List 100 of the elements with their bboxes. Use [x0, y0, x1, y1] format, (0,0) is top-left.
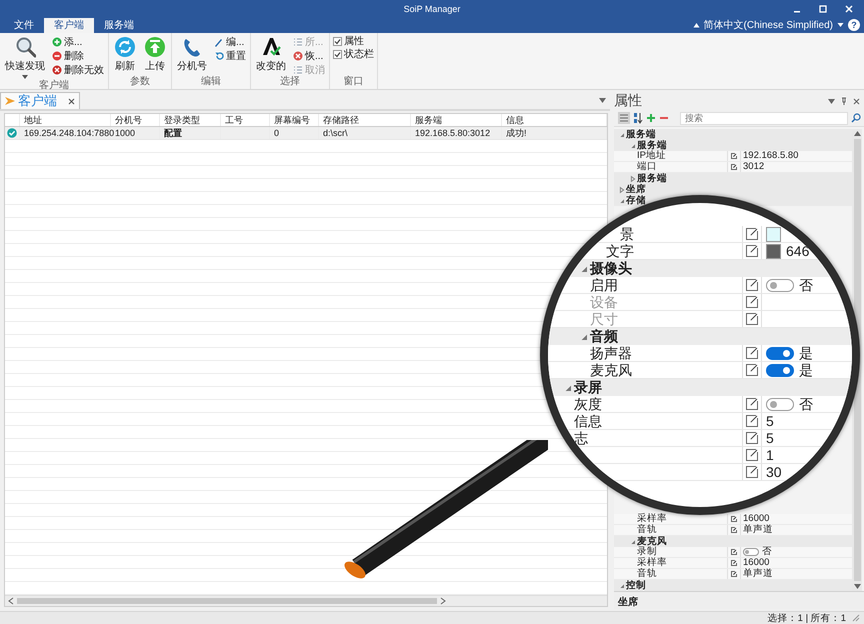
ribbon-button[interactable]: 恢... — [292, 49, 326, 62]
edit-icon[interactable] — [746, 228, 758, 240]
property-row[interactable]: IP地址 192.168.5.80 — [614, 151, 852, 162]
property-row[interactable]: 扬声器 是 — [548, 345, 852, 362]
toggle-switch[interactable] — [766, 398, 794, 410]
ribbon-button[interactable]: 添... — [51, 35, 105, 48]
column-header[interactable]: 屏幕编号 — [270, 114, 319, 126]
checkbox[interactable] — [333, 36, 342, 46]
category-row[interactable]: 坐席 — [614, 184, 852, 195]
toggle-switch[interactable] — [766, 278, 794, 292]
resize-grip-icon[interactable] — [852, 614, 860, 622]
collapsed-arrow-icon[interactable] — [629, 174, 637, 182]
ribbon-button[interactable]: 刷新 — [112, 35, 138, 76]
edit-icon[interactable] — [731, 516, 737, 522]
value-text: 否 — [799, 396, 813, 412]
ribbon-tab[interactable]: 客户端 — [44, 18, 94, 33]
ribbon-button[interactable]: 重置 — [213, 49, 247, 62]
checkbox[interactable] — [333, 50, 342, 58]
tab-label[interactable]: 客户端 — [18, 92, 57, 110]
caret-down-icon[interactable] — [837, 22, 844, 28]
expanded-arrow-icon[interactable] — [629, 142, 637, 150]
edit-icon[interactable] — [746, 245, 758, 257]
edit-icon[interactable] — [746, 313, 758, 325]
expanded-arrow-icon[interactable] — [618, 582, 626, 590]
ribbon-tab[interactable]: 服务端 — [94, 18, 144, 33]
expanded-arrow-icon[interactable] — [618, 130, 626, 138]
column-header[interactable]: 存储路径 — [319, 114, 411, 126]
column-header[interactable]: 服务端 — [411, 114, 502, 126]
close-icon[interactable] — [853, 98, 860, 104]
property-row[interactable]: 麦克风 是 — [548, 362, 852, 379]
edit-icon[interactable] — [731, 560, 737, 566]
category-row[interactable]: 音频 — [548, 328, 852, 345]
category-row[interactable]: 服务端 — [614, 129, 852, 140]
property-row[interactable]: 采样率 16000 — [614, 514, 852, 525]
checkbox-label[interactable]: 状态栏 — [344, 47, 374, 61]
scroll-thumb[interactable] — [17, 598, 437, 604]
checkbox-label[interactable]: 属性 — [344, 34, 364, 48]
scroll-left-icon[interactable] — [8, 597, 14, 605]
edit-icon[interactable] — [746, 296, 758, 308]
expanded-arrow-icon[interactable] — [629, 538, 637, 546]
edit-icon[interactable] — [746, 466, 758, 478]
edit-icon[interactable] — [746, 398, 758, 410]
ribbon-button[interactable]: 快速发现 — [3, 35, 47, 80]
ribbon-button[interactable]: 上传 — [142, 35, 168, 76]
property-row[interactable]: 采样率 16000 — [614, 558, 852, 569]
scroll-down-icon[interactable] — [854, 584, 860, 589]
horizontal-scrollbar[interactable] — [5, 595, 607, 606]
property-row[interactable]: 音轨 单声道 — [614, 569, 852, 580]
ribbon-button[interactable]: 删除 — [51, 49, 105, 62]
toggle-switch[interactable] — [766, 364, 794, 376]
column-header[interactable]: 信息 — [502, 114, 607, 126]
document-tab[interactable]: 客户端 — [0, 92, 80, 109]
category-row[interactable]: 控制 — [614, 580, 852, 591]
column-header[interactable]: 分机号 — [111, 114, 160, 126]
language-selector[interactable]: 简体中文(Chinese Simplified) — [704, 18, 833, 32]
ribbon-button[interactable]: 编... — [213, 35, 247, 48]
edit-icon[interactable] — [731, 153, 737, 159]
dropdown-icon[interactable] — [828, 98, 835, 104]
caret-up-icon[interactable] — [692, 22, 700, 28]
expanded-arrow-icon[interactable] — [618, 196, 626, 204]
edit-icon[interactable] — [746, 279, 758, 291]
table-row[interactable]: 169.254.248.104:78801000 配置 0 d:\scr\ 192.168.5.80:3012 成功! — [5, 127, 607, 140]
column-header[interactable]: 地址 — [20, 114, 111, 126]
edit-icon[interactable] — [746, 364, 758, 376]
column-header[interactable]: 工号 — [221, 114, 270, 126]
ribbon-button[interactable]: 改变的 — [254, 35, 288, 76]
collapsed-arrow-icon[interactable] — [618, 186, 626, 194]
category-row[interactable]: 录屏 — [548, 379, 852, 396]
maximize-icon[interactable] — [818, 4, 828, 14]
edit-icon[interactable] — [746, 347, 758, 359]
edit-icon[interactable] — [731, 571, 737, 577]
edit-icon[interactable] — [746, 415, 758, 427]
edit-icon[interactable] — [746, 449, 758, 461]
ribbon-tab[interactable]: 文件 — [4, 18, 44, 33]
color-swatch[interactable] — [766, 226, 781, 242]
edit-icon[interactable] — [731, 549, 737, 555]
sort-icon[interactable] — [633, 112, 643, 124]
property-row[interactable]: 音轨 单声道 — [614, 525, 852, 536]
property-row[interactable]: 录制 否 — [614, 547, 852, 558]
dropdown-icon[interactable] — [599, 98, 606, 103]
category-row[interactable]: 麦克风 — [614, 536, 852, 547]
search-icon[interactable] — [851, 113, 861, 123]
edit-icon[interactable] — [731, 164, 737, 170]
scroll-up-icon[interactable] — [854, 131, 860, 136]
color-swatch[interactable] — [766, 244, 781, 258]
ribbon-button[interactable]: 删除无效 — [51, 63, 105, 76]
ribbon-button[interactable]: 分机号 — [175, 35, 209, 76]
close-icon[interactable] — [68, 98, 75, 104]
property-row[interactable]: 端口 3012 — [614, 162, 852, 173]
toggle-switch[interactable] — [743, 548, 759, 556]
category-row[interactable]: 服务端 — [614, 140, 852, 151]
toggle-switch[interactable] — [766, 346, 794, 360]
help-button[interactable]: ? — [848, 19, 860, 31]
scroll-right-icon[interactable] — [440, 597, 446, 605]
edit-icon[interactable] — [746, 432, 758, 444]
search-field[interactable]: 搜索 — [680, 112, 848, 124]
pin-icon[interactable] — [841, 97, 847, 105]
column-header[interactable]: 登录类型 — [160, 114, 221, 126]
edit-icon[interactable] — [731, 527, 737, 533]
category-row[interactable]: 服务端 — [614, 173, 852, 184]
